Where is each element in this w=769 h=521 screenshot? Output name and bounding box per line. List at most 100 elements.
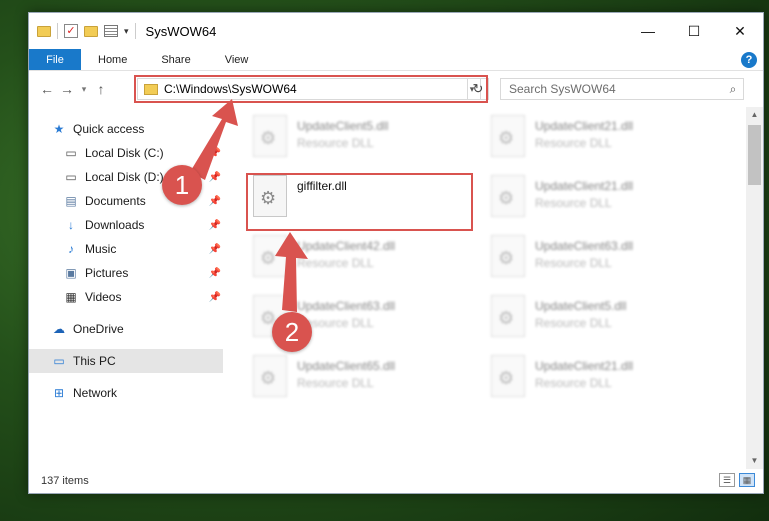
- folder-icon[interactable]: [37, 25, 51, 37]
- list-item[interactable]: UpdateClient5.dll Resource DLL: [253, 115, 479, 165]
- window-controls: — ☐ ✕: [625, 13, 763, 49]
- view-switcher: ☰ ▦: [719, 473, 755, 487]
- file-type: Resource DLL: [297, 256, 374, 270]
- list-item[interactable]: UpdateClient21.dll Resource DLL: [491, 175, 717, 225]
- tab-file[interactable]: File: [29, 49, 81, 70]
- file-list: UpdateClient5.dll Resource DLL UpdateClie…: [223, 107, 763, 469]
- dll-file-icon: [491, 355, 525, 397]
- file-name: UpdateClient21.dll: [535, 179, 634, 193]
- file-name: UpdateClient21.dll: [535, 119, 634, 133]
- step-2-callout: 2: [272, 312, 312, 352]
- sidebar-item-videos[interactable]: ▦ Videos 📌: [29, 285, 223, 309]
- explorer-window: ✓ ▾ SysWOW64 — ☐ ✕ File Home Share View …: [28, 12, 764, 494]
- navigation-pane: ★ Quick access ▭ Local Disk (C:) 📌 ▭ Loc…: [29, 107, 223, 469]
- file-name: UpdateClient5.dll: [535, 299, 627, 313]
- tab-share[interactable]: Share: [144, 49, 207, 70]
- forward-button[interactable]: →: [57, 81, 77, 97]
- back-button[interactable]: ←: [37, 81, 57, 97]
- dll-file-icon: [491, 115, 525, 157]
- computer-icon: ▭: [53, 354, 65, 368]
- sidebar-item-quick-access[interactable]: ★ Quick access: [29, 117, 223, 141]
- list-item-giffilter[interactable]: giffilter.dll: [253, 175, 479, 225]
- new-folder-icon[interactable]: [84, 25, 98, 37]
- search-icon[interactable]: ⌕: [723, 82, 743, 97]
- tab-view[interactable]: View: [208, 49, 266, 70]
- sidebar-item-pictures[interactable]: ▣ Pictures 📌: [29, 261, 223, 285]
- sidebar-item-label: This PC: [73, 354, 116, 368]
- chevron-down-icon[interactable]: ▾: [124, 26, 129, 37]
- pin-icon[interactable]: 📌: [209, 292, 221, 303]
- videos-icon: ▦: [65, 290, 77, 304]
- close-button[interactable]: ✕: [717, 13, 763, 49]
- dll-file-icon: [253, 355, 287, 397]
- large-icons-view-icon[interactable]: ▦: [739, 473, 755, 487]
- up-button[interactable]: ↑: [91, 81, 111, 97]
- file-type: Resource DLL: [297, 136, 374, 150]
- file-name: UpdateClient5.dll: [297, 119, 389, 133]
- sidebar-item-onedrive[interactable]: ☁ OneDrive: [29, 317, 223, 341]
- address-path[interactable]: C:\Windows\SysWOW64: [164, 82, 464, 96]
- scroll-thumb[interactable]: [748, 125, 761, 185]
- sidebar-item-local-disk-c[interactable]: ▭ Local Disk (C:) 📌: [29, 141, 223, 165]
- navigation-bar: ← → ▾ ↑ C:\Windows\SysWOW64 ▾ ↻ ⌕: [29, 71, 763, 107]
- sidebar-item-label: Quick access: [73, 122, 145, 136]
- sidebar-item-music[interactable]: ♪ Music 📌: [29, 237, 223, 261]
- properties-check-icon[interactable]: ✓: [64, 24, 78, 38]
- file-name: UpdateClient42.dll: [297, 239, 396, 253]
- list-item[interactable]: UpdateClient21.dll Resource DLL: [491, 115, 717, 165]
- pin-icon[interactable]: 📌: [209, 172, 221, 183]
- maximize-button[interactable]: ☐: [671, 13, 717, 49]
- step-1-callout: 1: [162, 165, 202, 205]
- title-bar: ✓ ▾ SysWOW64 — ☐ ✕: [29, 13, 763, 49]
- details-view-icon[interactable]: ☰: [719, 473, 735, 487]
- sidebar-item-label: Downloads: [85, 218, 145, 232]
- list-item[interactable]: UpdateClient42.dll Resource DLL: [253, 235, 479, 285]
- file-type: Resource DLL: [535, 376, 612, 390]
- pin-icon[interactable]: 📌: [209, 244, 221, 255]
- list-item[interactable]: UpdateClient63.dll Resource DLL: [491, 235, 717, 285]
- pin-icon[interactable]: 📌: [209, 148, 221, 159]
- sidebar-item-network[interactable]: ⊞ Network: [29, 381, 223, 405]
- pictures-icon: ▣: [65, 266, 77, 280]
- scroll-up-icon[interactable]: ▲: [746, 107, 763, 123]
- item-count: 137 items: [41, 475, 89, 487]
- music-icon: ♪: [68, 242, 74, 256]
- file-name: UpdateClient63.dll: [297, 299, 396, 313]
- pin-icon[interactable]: 📌: [209, 196, 221, 207]
- folder-icon: [144, 83, 158, 95]
- search-box[interactable]: ⌕: [500, 78, 744, 100]
- sidebar-item-label: OneDrive: [73, 322, 124, 336]
- file-name: giffilter.dll: [297, 179, 347, 193]
- address-bar[interactable]: C:\Windows\SysWOW64 ▾: [137, 78, 481, 100]
- file-name: UpdateClient65.dll: [297, 359, 396, 373]
- scroll-down-icon[interactable]: ▼: [746, 453, 763, 469]
- status-bar: 137 items ☰ ▦: [29, 469, 763, 493]
- file-type: Resource DLL: [535, 256, 612, 270]
- dll-file-icon: [491, 175, 525, 217]
- pin-icon[interactable]: 📌: [209, 220, 221, 231]
- dll-file-icon: [253, 175, 287, 217]
- refresh-button[interactable]: ↻: [467, 78, 489, 100]
- tab-home[interactable]: Home: [81, 49, 144, 70]
- recent-locations-button[interactable]: ▾: [77, 84, 91, 95]
- help-icon[interactable]: ?: [741, 52, 757, 68]
- vertical-scrollbar[interactable]: ▲ ▼: [746, 107, 763, 469]
- star-icon: ★: [53, 122, 65, 136]
- sidebar-item-label: Pictures: [85, 266, 129, 280]
- sidebar-item-label: Documents: [85, 194, 146, 208]
- toolbar-divider: [57, 23, 58, 39]
- list-item[interactable]: UpdateClient21.dll Resource DLL: [491, 355, 717, 405]
- pin-icon[interactable]: 📌: [209, 268, 221, 279]
- ribbon-tabs: File Home Share View ?: [29, 49, 763, 71]
- minimize-button[interactable]: —: [625, 13, 671, 49]
- content-area: ★ Quick access ▭ Local Disk (C:) 📌 ▭ Loc…: [29, 107, 763, 469]
- file-name: UpdateClient21.dll: [535, 359, 634, 373]
- list-item[interactable]: UpdateClient5.dll Resource DLL: [491, 295, 717, 345]
- sidebar-item-label: Local Disk (C:): [85, 146, 164, 160]
- sidebar-item-downloads[interactable]: ↓ Downloads 📌: [29, 213, 223, 237]
- sidebar-item-label: Music: [85, 242, 117, 256]
- search-input[interactable]: [509, 82, 723, 96]
- list-item[interactable]: UpdateClient65.dll Resource DLL: [253, 355, 479, 405]
- properties-icon[interactable]: [104, 25, 118, 37]
- sidebar-item-this-pc[interactable]: ▭ This PC: [29, 349, 223, 373]
